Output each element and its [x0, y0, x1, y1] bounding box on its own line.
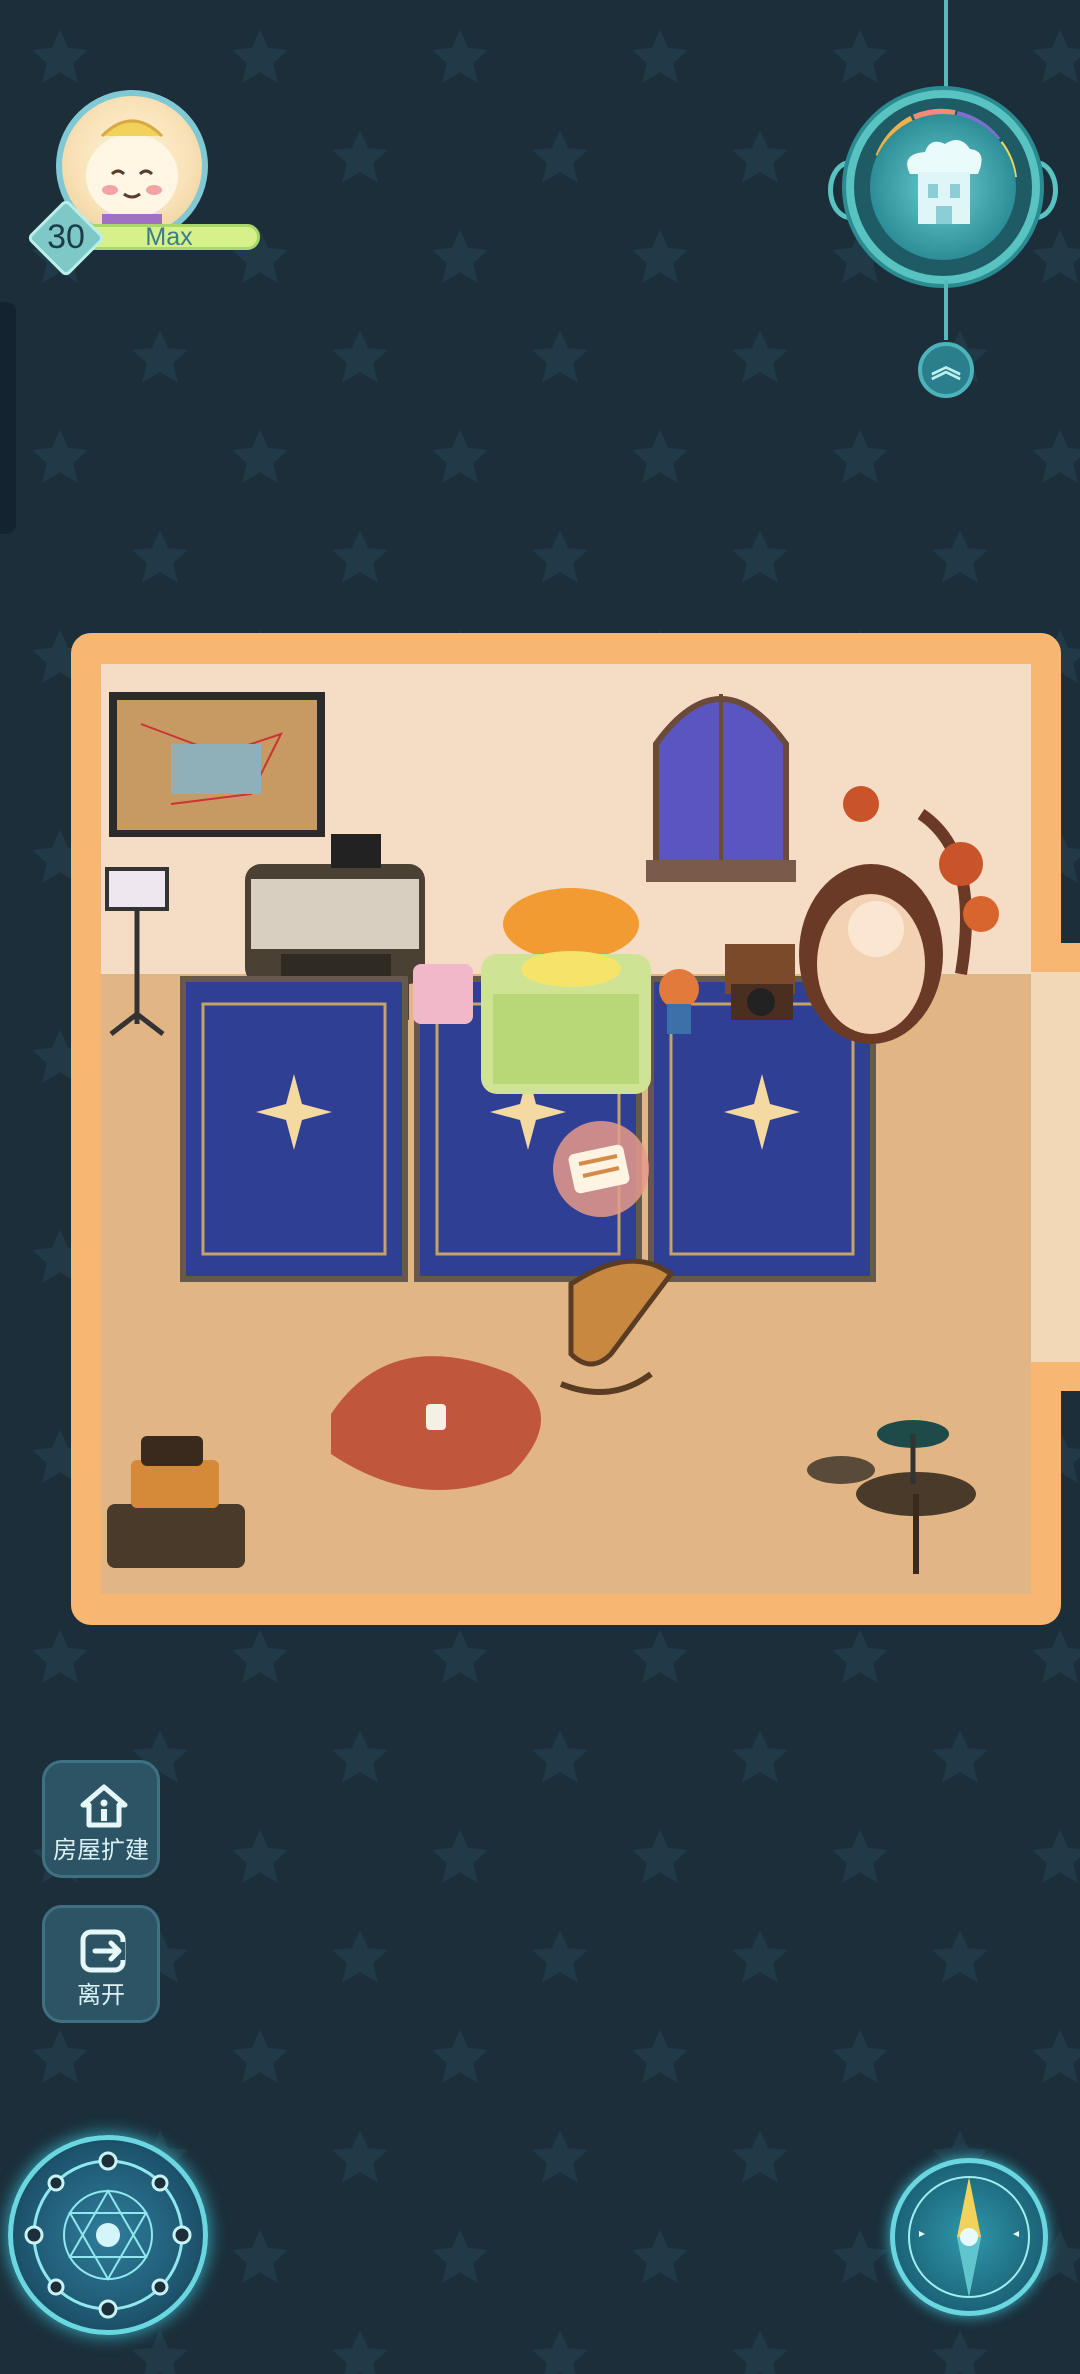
- house-expand-button[interactable]: 房屋扩建: [42, 1760, 160, 1878]
- weather-dial[interactable]: [828, 90, 1058, 290]
- room-interior[interactable]: [101, 664, 1031, 1594]
- compass-icon[interactable]: [890, 2158, 1048, 2316]
- exp-bar: Max: [78, 224, 260, 250]
- room-doorway[interactable]: [1030, 972, 1080, 1362]
- player-avatar[interactable]: Max 30: [26, 90, 260, 278]
- room-building-icon: [870, 114, 1016, 260]
- pink-cushion: [413, 964, 473, 1024]
- starry-rug-left: [180, 976, 408, 1282]
- record-player: [725, 944, 795, 1020]
- magic-circle-icon[interactable]: [8, 2135, 208, 2335]
- exit-icon: [80, 1929, 126, 1973]
- pumpkin-bed: [481, 888, 651, 1094]
- house-expand-label: 房屋扩建: [53, 1836, 149, 1864]
- level-number: 30: [47, 218, 85, 256]
- house-info-icon: [80, 1784, 128, 1828]
- leave-label: 离开: [77, 1981, 125, 2009]
- dial-hanger-line: [944, 0, 948, 96]
- leave-button[interactable]: 离开: [42, 1905, 160, 2023]
- dial-connector-line: [944, 280, 948, 340]
- double-chevron-up-icon[interactable]: ︽: [918, 342, 974, 398]
- cork-board: [109, 692, 325, 837]
- left-edge-tab[interactable]: [0, 302, 16, 534]
- note-bubble-icon: [553, 1121, 649, 1217]
- exp-label: Max: [145, 223, 193, 251]
